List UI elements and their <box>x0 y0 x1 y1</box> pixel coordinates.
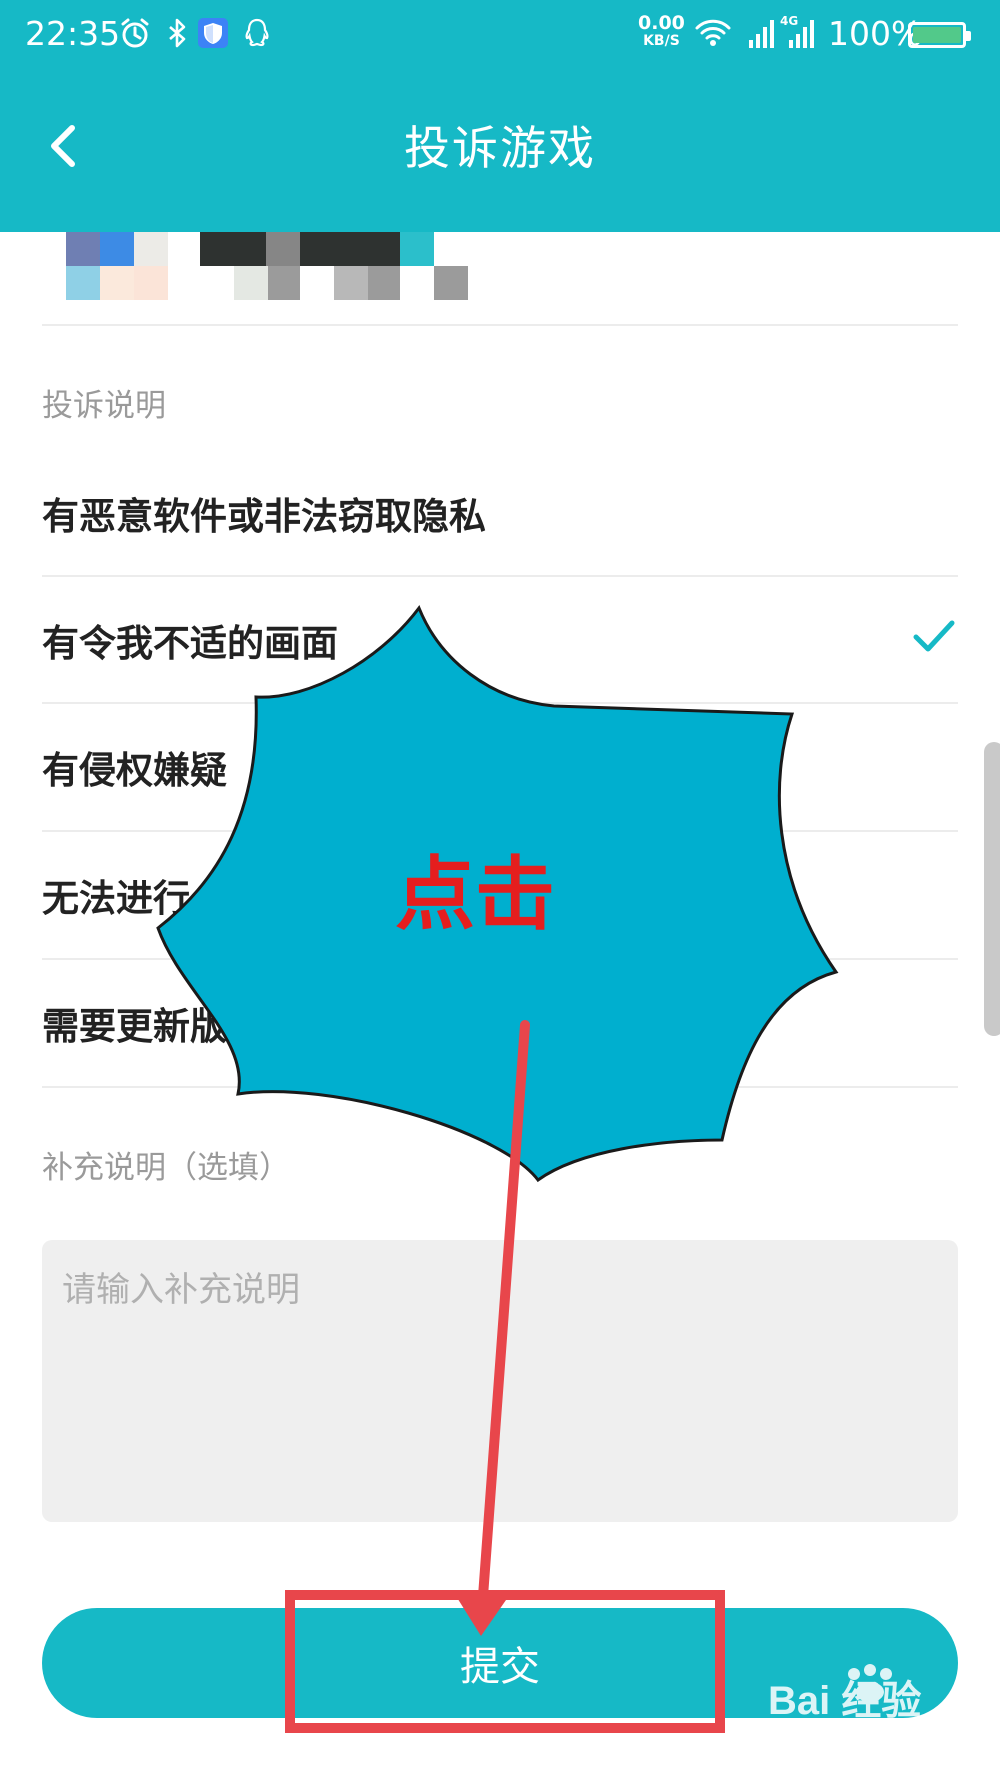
status-bar: 22:35 0.00 KB/S 4G 100% <box>0 0 1000 72</box>
divider <box>42 1086 958 1088</box>
network-type: 4G <box>780 14 799 28</box>
net-speed: 0.00 KB/S <box>638 14 685 50</box>
supplement-label: 补充说明（选填） <box>42 1150 290 1186</box>
option-label: 有恶意软件或非法窃取隐私 <box>42 495 486 538</box>
net-speed-unit: KB/S <box>643 33 680 49</box>
complaint-option-3[interactable]: 有侵权嫌疑 <box>0 704 1000 830</box>
option-label: 有侵权嫌疑 <box>42 749 227 792</box>
scroll-handle[interactable] <box>984 742 1000 1036</box>
check-icon <box>913 620 955 652</box>
option-label: 需要更新版 <box>42 1005 227 1048</box>
alarm-icon <box>121 18 149 48</box>
submit-button[interactable]: 提交 <box>42 1608 958 1718</box>
battery-icon <box>908 22 971 48</box>
shield-icon <box>198 18 228 48</box>
app-header: 22:35 0.00 KB/S 4G 100% 投诉游戏 <box>0 0 1000 232</box>
signal-icon <box>749 20 774 48</box>
option-label: 无法进行 <box>42 877 190 920</box>
watermark-sub: jingyan.baidu.com <box>768 1722 914 1742</box>
complaint-section-label: 投诉说明 <box>42 388 166 424</box>
bluetooth-icon <box>169 18 186 48</box>
complaint-option-4[interactable]: 无法进行 <box>0 832 1000 958</box>
supplement-input[interactable] <box>42 1240 958 1522</box>
net-speed-value: 0.00 <box>638 12 685 34</box>
complaint-option-2[interactable]: 有令我不适的画面 <box>0 577 1000 703</box>
complaint-option-5[interactable]: 需要更新版 <box>0 960 1000 1086</box>
divider <box>42 324 958 326</box>
complaint-option-1[interactable]: 有恶意软件或非法窃取隐私 <box>0 450 1000 576</box>
status-time: 22:35 <box>25 14 121 53</box>
battery-fill <box>913 27 961 43</box>
qq-icon <box>245 18 269 47</box>
option-label: 有令我不适的画面 <box>42 622 338 665</box>
wifi-icon <box>695 19 731 46</box>
page-title: 投诉游戏 <box>404 121 596 175</box>
